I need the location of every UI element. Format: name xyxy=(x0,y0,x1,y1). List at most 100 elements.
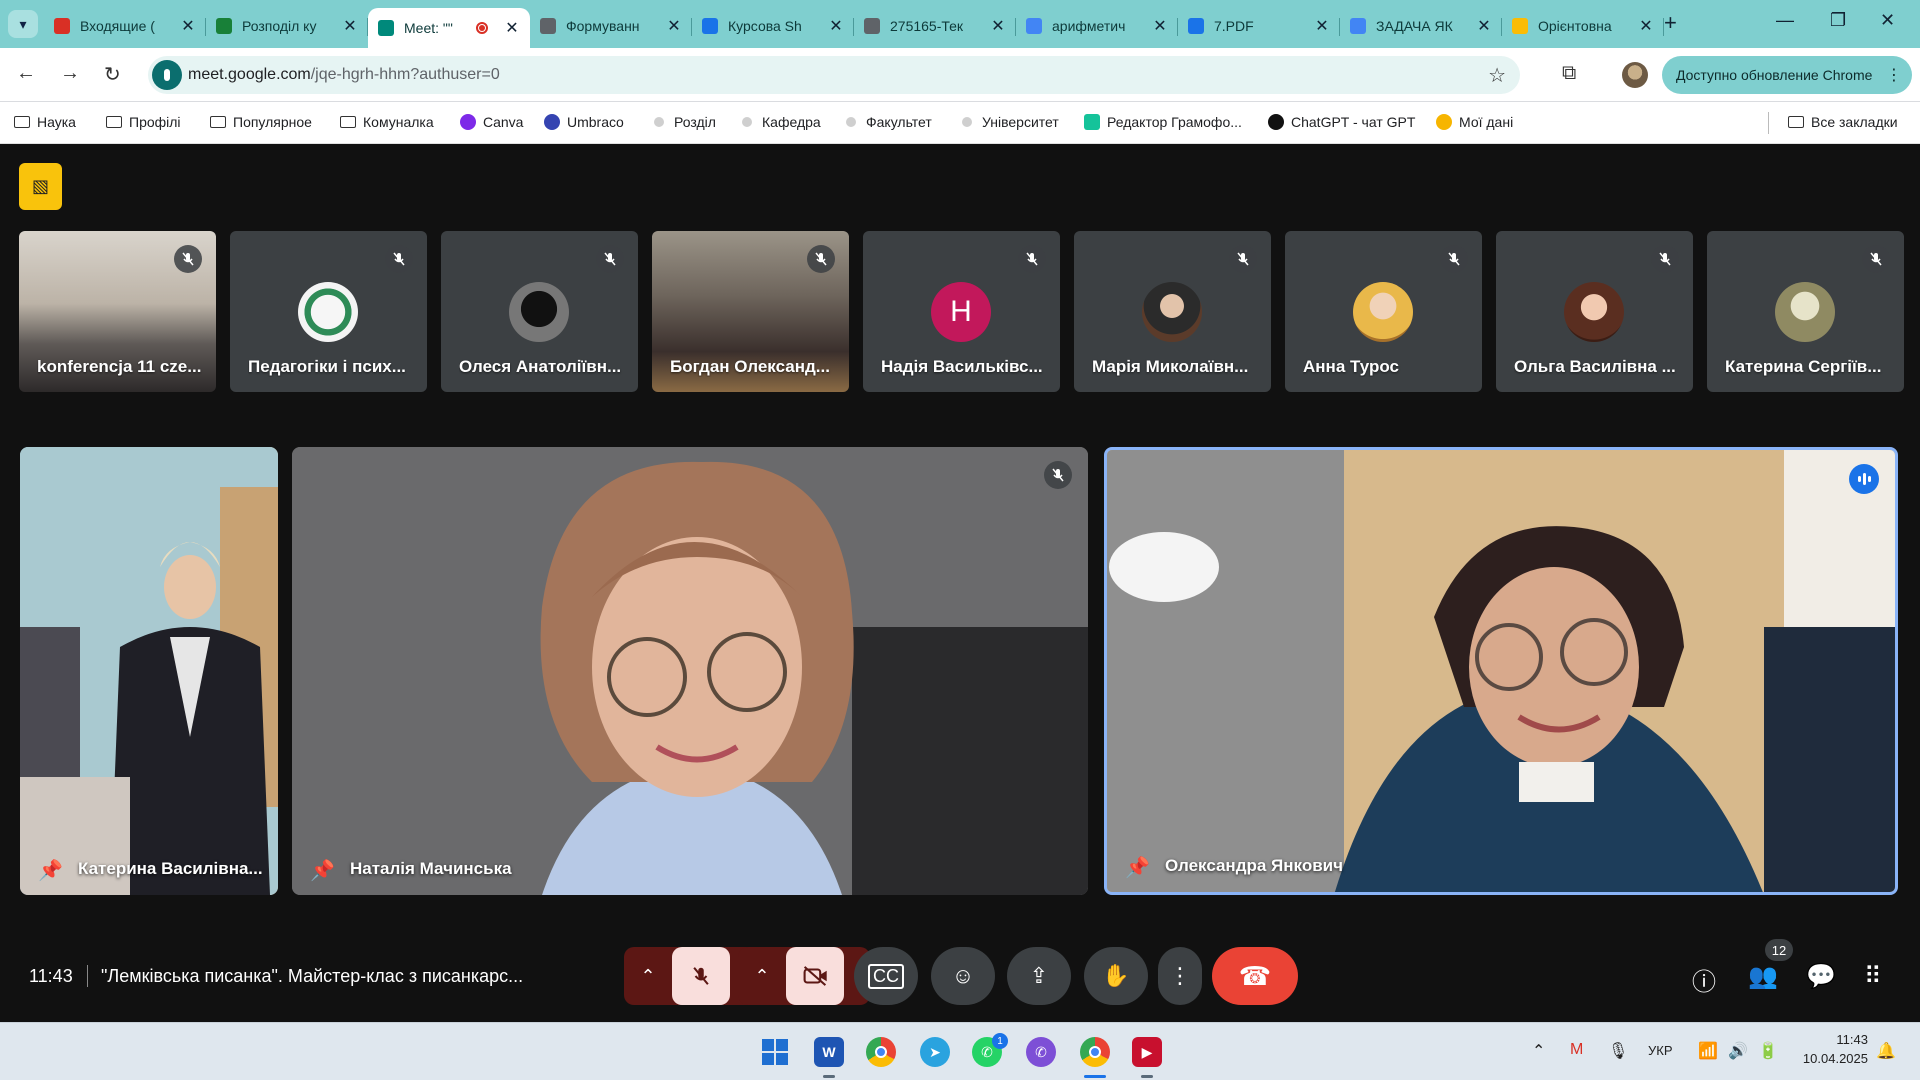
browser-tab[interactable]: Курсова Sh ✕ xyxy=(692,8,854,44)
participant-thumbnail[interactable]: Анна Турос xyxy=(1285,231,1482,392)
participant-thumbnail[interactable]: konferencja 11 cze... xyxy=(19,231,216,392)
browser-tab[interactable]: Входящие (✕ xyxy=(44,8,206,44)
mic-toggle-button[interactable] xyxy=(672,947,730,1005)
bookmark-label: Мої дані xyxy=(1459,114,1514,130)
bookmark-item[interactable]: Наука xyxy=(14,114,76,130)
participant-name: Олеся Анатоліївн... xyxy=(459,357,622,376)
camera-options-chevron-icon[interactable]: ⌃ xyxy=(738,966,786,987)
bookmark-item[interactable]: Розділ xyxy=(654,114,716,130)
raise-hand-button[interactable]: ✋ xyxy=(1084,947,1148,1005)
viber-app-icon[interactable]: ✆ xyxy=(1026,1037,1056,1067)
browser-tab[interactable]: ЗАДАЧА ЯК ✕ xyxy=(1340,8,1502,44)
close-tab-icon[interactable]: ✕ xyxy=(990,16,1006,36)
word-app-icon[interactable]: W xyxy=(814,1037,844,1067)
captions-button[interactable]: CC xyxy=(854,947,918,1005)
site-info-icon[interactable] xyxy=(152,60,182,90)
bookmark-item[interactable]: Мої дані xyxy=(1436,114,1513,130)
bookmark-star-icon[interactable]: ☆ xyxy=(1488,63,1506,88)
video-tile-active-speaker[interactable]: 📌 Олександра Янкович xyxy=(1104,447,1898,895)
minimize-button[interactable]: — xyxy=(1776,10,1794,31)
participant-thumbnail[interactable]: Н Надія Васильківс... xyxy=(863,231,1060,392)
pin-icon[interactable]: 📌 xyxy=(38,858,63,883)
volume-icon[interactable]: 🔊 xyxy=(1728,1041,1748,1061)
taskbar-date[interactable]: 10.04.2025 xyxy=(1798,1051,1868,1066)
bookmark-item[interactable]: Університет xyxy=(962,114,1059,130)
pin-icon[interactable]: 📌 xyxy=(1125,855,1150,880)
microphone-tray-icon[interactable]: 🎙 xyxy=(1608,1041,1628,1061)
restore-button[interactable]: ❐ xyxy=(1830,10,1846,31)
forward-button[interactable]: → xyxy=(60,62,80,85)
bookmark-item[interactable]: Кафедра xyxy=(742,114,821,130)
extensions-icon[interactable]: ⧉ xyxy=(1562,62,1576,85)
chrome-app-icon[interactable] xyxy=(866,1037,896,1067)
tab-search-button[interactable]: ▾ xyxy=(8,10,38,38)
input-language[interactable]: УКР xyxy=(1648,1043,1673,1058)
address-bar[interactable]: meet.google.com/jqe-hgrh-hhm?authuser=0 … xyxy=(148,56,1520,94)
camera-toggle-button[interactable] xyxy=(786,947,844,1005)
taskbar-time[interactable]: 11:43 xyxy=(1798,1032,1868,1047)
video-tile[interactable]: 📌 Катерина Василівна... xyxy=(20,447,278,895)
people-count-badge: 12 xyxy=(1765,939,1793,961)
bookmark-item[interactable]: Популярное xyxy=(210,114,312,130)
back-button[interactable]: ← xyxy=(16,62,36,85)
start-button[interactable] xyxy=(760,1037,790,1067)
close-tab-icon[interactable]: ✕ xyxy=(342,16,358,36)
close-tab-icon[interactable]: ✕ xyxy=(1314,16,1330,36)
profile-avatar[interactable] xyxy=(1622,62,1648,88)
camera-off-indicator[interactable]: ▧ xyxy=(19,163,62,210)
participant-thumbnail[interactable]: Богдан Олександ... xyxy=(652,231,849,392)
pin-icon[interactable]: 📌 xyxy=(310,858,335,883)
anydesk-app-icon[interactable]: ▶ xyxy=(1132,1037,1162,1067)
activities-button[interactable]: ⠿ xyxy=(1864,962,1882,991)
new-tab-button[interactable]: + xyxy=(1664,10,1677,36)
bookmark-item[interactable]: Редактор Грамофо... xyxy=(1084,114,1242,130)
close-tab-icon[interactable]: ✕ xyxy=(828,16,844,36)
mic-options-chevron-icon[interactable]: ⌃ xyxy=(624,966,672,987)
bookmark-item[interactable]: Факультет xyxy=(846,114,932,130)
browser-tab[interactable]: Meet: "" ✕ xyxy=(368,8,530,48)
battery-icon[interactable]: 🔋 xyxy=(1758,1041,1778,1061)
close-tab-icon[interactable]: ✕ xyxy=(1638,16,1654,36)
tray-overflow-icon[interactable]: ⌃ xyxy=(1532,1041,1545,1061)
notifications-icon[interactable]: 🔔 xyxy=(1876,1041,1896,1061)
people-button[interactable]: 👥 xyxy=(1748,962,1778,991)
more-options-button[interactable]: ⋮ xyxy=(1158,947,1202,1005)
telegram-app-icon[interactable]: ➤ xyxy=(920,1037,950,1067)
all-bookmarks-button[interactable]: Все закладки xyxy=(1788,114,1898,130)
video-tile[interactable]: 📌 Наталія Мачинська xyxy=(292,447,1088,895)
reload-button[interactable]: ↻ xyxy=(104,62,121,87)
participant-thumbnail[interactable]: Педагогіки і псих... xyxy=(230,231,427,392)
participant-name: Богдан Олександ... xyxy=(670,357,830,376)
browser-tab[interactable]: 7.PDF ✕ xyxy=(1178,8,1340,44)
reactions-button[interactable]: ☺ xyxy=(931,947,995,1005)
participant-thumbnail[interactable]: Олеся Анатоліївн... xyxy=(441,231,638,392)
participant-thumbnail[interactable]: Катерина Сергіїв... xyxy=(1707,231,1904,392)
close-tab-icon[interactable]: ✕ xyxy=(504,18,520,38)
bookmark-item[interactable]: Canva xyxy=(460,114,523,130)
browser-tab[interactable]: 275165-Тек ✕ xyxy=(854,8,1016,44)
browser-tab[interactable]: Розподіл ку ✕ xyxy=(206,8,368,44)
participant-thumbnail[interactable]: Ольга Василівна ... xyxy=(1496,231,1693,392)
gmail-tray-icon[interactable]: M xyxy=(1570,1041,1583,1059)
browser-tab[interactable]: арифметич ✕ xyxy=(1016,8,1178,44)
close-window-button[interactable]: ✕ xyxy=(1880,10,1895,31)
close-tab-icon[interactable]: ✕ xyxy=(1152,16,1168,36)
close-tab-icon[interactable]: ✕ xyxy=(666,16,682,36)
browser-tab[interactable]: Орієнтовна ✕ xyxy=(1502,8,1664,44)
browser-tab[interactable]: Формуванн ✕ xyxy=(530,8,692,44)
avatar xyxy=(1142,282,1202,342)
close-tab-icon[interactable]: ✕ xyxy=(1476,16,1492,36)
participant-thumbnail[interactable]: Марія Миколаївн... xyxy=(1074,231,1271,392)
leave-call-button[interactable]: ☎ xyxy=(1212,947,1298,1005)
bookmark-item[interactable]: Профілі xyxy=(106,114,181,130)
meeting-details-button[interactable]: ⓘ xyxy=(1692,962,1716,997)
chrome-update-button[interactable]: Доступно обновление Chrome ⋮ xyxy=(1662,56,1912,94)
present-button[interactable]: ⇪ xyxy=(1007,947,1071,1005)
bookmark-item[interactable]: ChatGPT - чат GPT xyxy=(1268,114,1415,130)
bookmark-item[interactable]: Umbraco xyxy=(544,114,624,130)
bookmark-item[interactable]: Комуналка xyxy=(340,114,434,130)
chat-button[interactable]: 💬 xyxy=(1806,962,1836,991)
close-tab-icon[interactable]: ✕ xyxy=(180,16,196,36)
chrome-profile-app-icon[interactable] xyxy=(1080,1037,1110,1067)
wifi-icon[interactable]: 📶 xyxy=(1698,1041,1718,1061)
